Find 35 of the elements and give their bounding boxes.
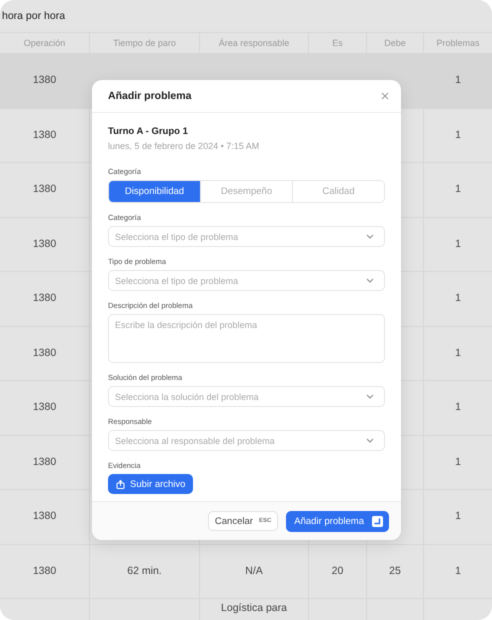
column-header: Tiempo de paro [89, 32, 199, 53]
page-title: hora por hora [1, 9, 66, 24]
column-header: Es [308, 32, 366, 53]
column-header: Problemas [423, 32, 492, 53]
table-cell: 1380 [32, 401, 56, 414]
table-cell: 1 [455, 401, 461, 414]
table-cell: 1 [455, 456, 461, 469]
table-cell: 1 [455, 183, 461, 196]
table-cell: 1380 [32, 183, 56, 196]
table-cell: 20 [332, 564, 344, 578]
table-cell: 1 [455, 292, 461, 306]
table-cell: 1380 [32, 292, 56, 306]
column-header: Área responsable [199, 32, 308, 53]
table-cell: 1 [455, 510, 461, 524]
table-cell: N/A [245, 564, 263, 578]
table-cell: 1 [455, 564, 461, 578]
column-header: Operación [0, 32, 89, 53]
table-cell: 1380 [32, 456, 56, 469]
table-cell: Logística para [221, 602, 287, 615]
table-cell: 1380 [32, 346, 56, 360]
dialog-title: Añadir problema [108, 90, 192, 102]
table-cell: 25 [389, 564, 401, 578]
table-cell: 1 [455, 74, 461, 88]
table-cell: 1 [455, 238, 461, 251]
table-cell: 1 [455, 128, 461, 142]
date-text: lunes, 5 de febrero de 2024 • 7:15 AM [108, 141, 260, 151]
table-cell: 1 [455, 346, 461, 360]
table-cell: 1380 [32, 238, 56, 251]
table-cell: 1380 [32, 128, 56, 142]
table-cell: 1380 [32, 510, 56, 524]
table-cell: 62 min. [127, 564, 162, 578]
column-header: Debe [366, 32, 423, 53]
table-cell: 1380 [32, 564, 56, 578]
shift-title: Turno A - Grupo 1 [108, 126, 189, 137]
table-cell: 1380 [32, 74, 56, 88]
